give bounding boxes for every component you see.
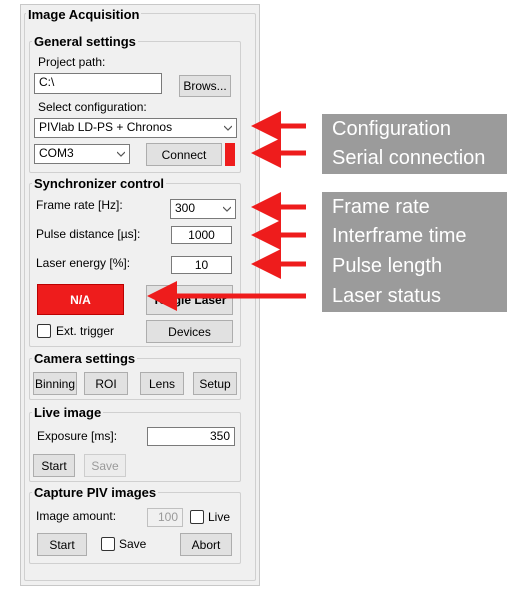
select-configuration-label: Select configuration: — [38, 100, 147, 114]
live-image-title: Live image — [32, 405, 104, 420]
chevron-down-icon — [224, 125, 232, 131]
laser-status-indicator: N/A — [37, 284, 124, 315]
live-save-button[interactable]: Save — [84, 454, 126, 477]
com-port-select[interactable]: COM3 — [34, 144, 130, 164]
connection-status-indicator — [225, 143, 235, 166]
roi-button[interactable]: ROI — [84, 372, 128, 395]
capture-piv-title: Capture PIV images — [32, 485, 159, 500]
camera-settings-title: Camera settings — [32, 351, 138, 366]
lens-button[interactable]: Lens — [140, 372, 184, 395]
pulse-distance-input[interactable]: 1000 — [171, 226, 232, 244]
annotation-laser-status: Laser status — [332, 285, 441, 307]
panel-title: Image Acquisition — [26, 7, 142, 22]
laser-energy-input[interactable]: 10 — [171, 256, 232, 274]
annotation-interframe-time: Interframe time — [332, 225, 467, 247]
project-path-label: Project path: — [38, 55, 106, 69]
live-start-button[interactable]: Start — [33, 454, 75, 477]
laser-energy-label: Laser energy [%]: — [36, 256, 131, 270]
connect-button[interactable]: Connect — [146, 143, 222, 166]
image-amount-label: Image amount: — [36, 509, 117, 523]
capture-save-label: Save — [119, 537, 147, 551]
pulse-distance-label: Pulse distance [µs]: — [36, 227, 141, 241]
capture-save-checkbox[interactable] — [101, 537, 115, 551]
exposure-input[interactable]: 350 — [147, 427, 235, 446]
annotation-pulse-length: Pulse length — [332, 255, 443, 277]
frame-rate-value: 300 — [175, 201, 196, 215]
frame-rate-label: Frame rate [Hz]: — [36, 198, 123, 212]
general-settings-title: General settings — [32, 34, 138, 49]
annotation-configuration: Configuration — [332, 118, 451, 140]
live-checkbox[interactable] — [190, 510, 204, 524]
annotation-frame-rate: Frame rate — [332, 196, 430, 218]
com-port-value: COM3 — [39, 146, 74, 160]
annotation-serial-connection: Serial connection — [332, 147, 486, 169]
ext-trigger-label: Ext. trigger — [56, 324, 115, 338]
exposure-label: Exposure [ms]: — [37, 429, 118, 443]
devices-button[interactable]: Devices — [146, 320, 233, 343]
abort-button[interactable]: Abort — [180, 533, 232, 556]
browse-button[interactable]: Brows... — [179, 75, 231, 97]
live-checkbox-label: Live — [208, 510, 231, 524]
configuration-select[interactable]: PIVlab LD-PS + Chronos — [34, 118, 237, 138]
frame-rate-select[interactable]: 300 — [170, 199, 236, 219]
chevron-down-icon — [117, 151, 125, 157]
image-amount-input[interactable]: 100 — [147, 508, 183, 527]
project-path-input[interactable]: C:\ — [34, 73, 162, 94]
capture-start-button[interactable]: Start — [37, 533, 87, 556]
configuration-value: PIVlab LD-PS + Chronos — [39, 120, 173, 134]
setup-button[interactable]: Setup — [193, 372, 237, 395]
synchronizer-control-title: Synchronizer control — [32, 176, 167, 191]
toggle-laser-button[interactable]: Toggle Laser — [146, 285, 233, 315]
ext-trigger-checkbox[interactable] — [37, 324, 51, 338]
binning-button[interactable]: Binning — [33, 372, 77, 395]
chevron-down-icon — [223, 206, 231, 212]
